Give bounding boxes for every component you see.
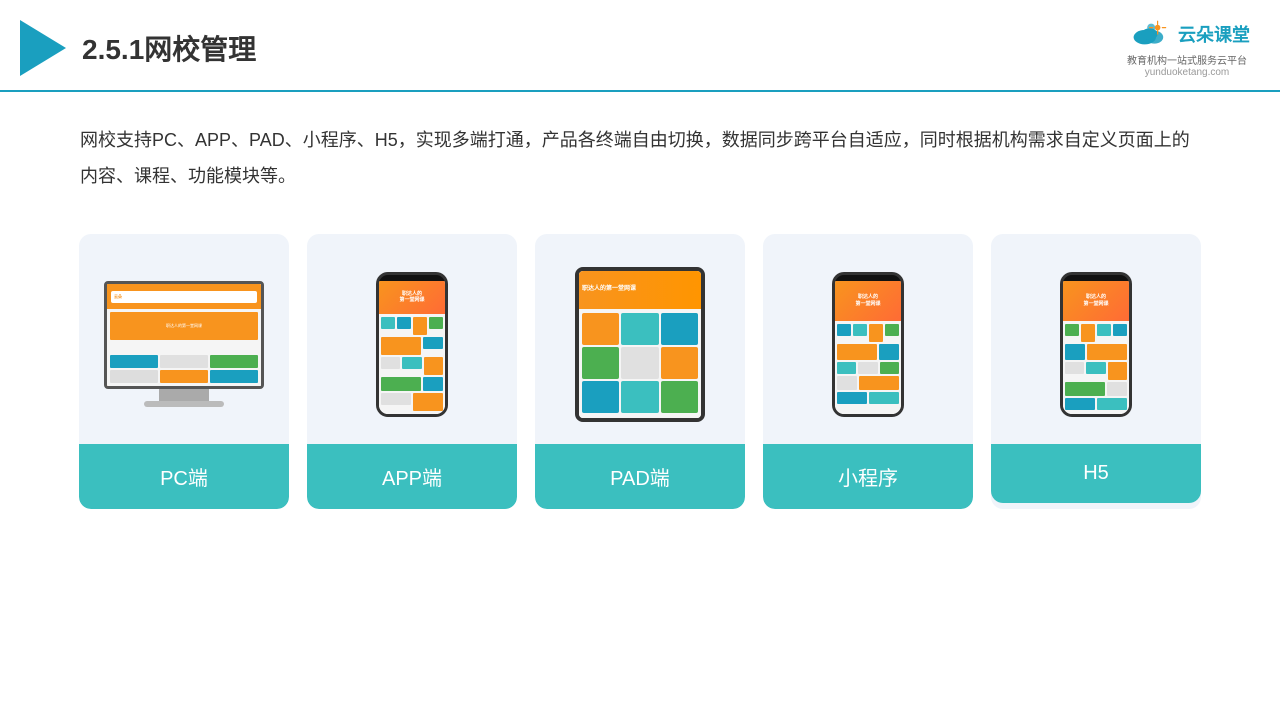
card-pc-label: PC端: [79, 444, 289, 509]
miniprogram-banner: 职达人的第一堂网课: [835, 281, 901, 321]
pc-screen-top: 云朵: [107, 284, 261, 309]
page-title: 2.5.1网校管理: [82, 28, 256, 68]
card-h5-label: H5: [991, 444, 1201, 503]
phone-screen-body: [379, 314, 445, 414]
pc-screen: 云朵 职达人的第一堂网课: [107, 284, 261, 386]
page-header: 2.5.1网校管理 云朵课堂 教育机构一站式服务云平台 yunduoketang…: [0, 0, 1280, 92]
card-pad: 职达人的第一堂网课: [535, 234, 745, 509]
card-app: 职达人的第一堂网课: [307, 234, 517, 509]
h5-device: 职达人的第一堂网课: [1060, 272, 1132, 417]
card-miniprogram: 职达人的第一堂网课: [763, 234, 973, 509]
phone-body: 职达人的第一堂网课: [376, 272, 448, 417]
card-miniprogram-label: 小程序: [763, 444, 973, 509]
card-pc: 云朵 职达人的第一堂网课: [79, 234, 289, 509]
pad-screen: 职达人的第一堂网课: [579, 271, 701, 418]
cards-container: 云朵 职达人的第一堂网课: [0, 204, 1280, 539]
cloud-icon: [1124, 18, 1172, 50]
cloud-logo: 云朵课堂: [1124, 18, 1250, 50]
miniprogram-phone-body: 职达人的第一堂网课: [832, 272, 904, 417]
h5-screen: 职达人的第一堂网课: [1063, 281, 1129, 414]
card-app-image: 职达人的第一堂网课: [307, 234, 517, 444]
header-right: 云朵课堂 教育机构一站式服务云平台 yunduoketang.com: [1124, 18, 1250, 78]
logo-name: 云朵课堂: [1178, 21, 1250, 47]
card-h5-image: 职达人的第一堂网课: [991, 234, 1201, 444]
app-device: 职达人的第一堂网课: [376, 272, 448, 417]
h5-phone-body: 职达人的第一堂网课: [1060, 272, 1132, 417]
card-pc-image: 云朵 职达人的第一堂网课: [79, 234, 289, 444]
pc-screen-content: 职达人的第一堂网课: [107, 309, 261, 386]
pc-base: [144, 401, 224, 407]
pad-device: 职达人的第一堂网课: [575, 267, 705, 422]
card-pad-image: 职达人的第一堂网课: [535, 234, 745, 444]
card-pad-label: PAD端: [535, 444, 745, 509]
miniprogram-body: [835, 321, 901, 414]
pc-monitor: 云朵 职达人的第一堂网课: [104, 281, 264, 389]
description-text: 网校支持PC、APP、PAD、小程序、H5，实现多端打通，产品各终端自由切换，数…: [0, 92, 1280, 204]
pad-body: 职达人的第一堂网课: [575, 267, 705, 422]
card-miniprogram-image: 职达人的第一堂网课: [763, 234, 973, 444]
logo-tagline: 教育机构一站式服务云平台: [1127, 52, 1247, 67]
card-app-label: APP端: [307, 444, 517, 509]
miniprogram-screen: 职达人的第一堂网课: [835, 281, 901, 414]
brand-triangle-icon: [20, 20, 66, 76]
h5-body: [1063, 321, 1129, 414]
phone-screen: 职达人的第一堂网课: [379, 281, 445, 414]
h5-banner: 职达人的第一堂网课: [1063, 281, 1129, 321]
pad-banner: 职达人的第一堂网课: [579, 271, 701, 309]
miniprogram-device: 职达人的第一堂网课: [832, 272, 904, 417]
pc-stand: [159, 389, 209, 401]
pc-device: 云朵 职达人的第一堂网课: [104, 281, 264, 407]
phone-banner: 职达人的第一堂网课: [379, 281, 445, 314]
pad-content: [579, 309, 701, 418]
header-left: 2.5.1网校管理: [20, 20, 256, 76]
logo-url: yunduoketang.com: [1145, 67, 1230, 78]
card-h5: 职达人的第一堂网课: [991, 234, 1201, 509]
